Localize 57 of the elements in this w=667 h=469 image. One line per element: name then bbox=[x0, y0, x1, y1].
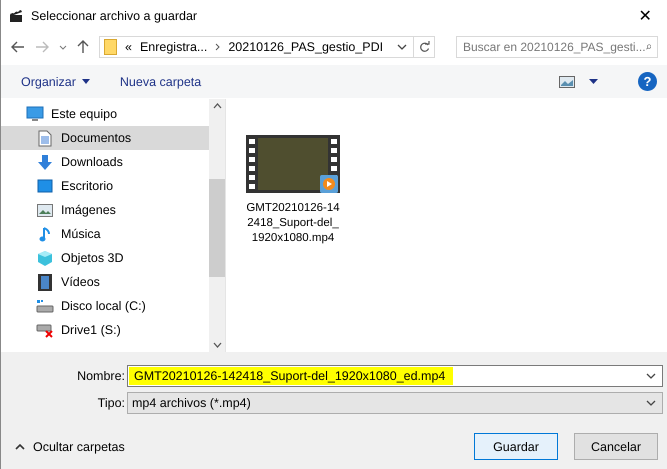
file-name[interactable]: GMT20210126-14 2418_Suport-del_ 1920x1080.mp4 bbox=[246, 201, 340, 246]
dropdown-arrow-icon[interactable] bbox=[589, 79, 598, 84]
dropdown-arrow-icon bbox=[82, 79, 90, 84]
chevron-down-icon bbox=[646, 400, 656, 406]
help-button[interactable]: ? bbox=[638, 72, 657, 91]
close-button[interactable]: ✕ bbox=[623, 6, 667, 26]
sidebar-item[interactable]: Downloads bbox=[1, 150, 209, 174]
new-folder-button[interactable]: Nueva carpeta bbox=[120, 74, 202, 88]
sidebar-item[interactable]: Drive1 (S:) bbox=[1, 318, 209, 342]
address-bar[interactable]: « Enregistra... 20210126_PAS_gestio_PDI bbox=[99, 36, 435, 58]
clapperboard-icon bbox=[9, 9, 23, 23]
search-field[interactable]: Buscar en 20210126_PAS_gesti... bbox=[456, 36, 658, 58]
video-file-icon[interactable] bbox=[246, 135, 340, 195]
drive-icon bbox=[36, 299, 54, 313]
folder-icon bbox=[104, 39, 117, 55]
field-label: Nombre: bbox=[76, 368, 126, 382]
file-name-field[interactable]: GMT20210126-142418_Suport-del_1920x1080_ed.mp4 bbox=[127, 364, 663, 386]
chevron-down-icon[interactable] bbox=[646, 372, 656, 378]
field-label: Tipo: bbox=[96, 396, 126, 410]
cancel-button[interactable]: Cancelar bbox=[574, 433, 658, 460]
sidebar-item[interactable]: Escritorio bbox=[1, 174, 209, 198]
organize-menu-button[interactable]: Organizar bbox=[21, 74, 90, 88]
up-arrow-icon[interactable] bbox=[77, 40, 89, 54]
scrollbar[interactable] bbox=[209, 99, 225, 352]
save-button[interactable]: Guardar bbox=[474, 433, 558, 460]
music-note-icon bbox=[39, 226, 51, 242]
sidebar-item[interactable]: Imágenes bbox=[1, 198, 209, 222]
chevron-down-icon[interactable] bbox=[59, 44, 67, 50]
hide-folders-button[interactable]: Ocultar carpetas bbox=[15, 440, 125, 454]
breadcrumb-overflow[interactable]: « bbox=[125, 40, 132, 54]
chevron-right-icon bbox=[215, 43, 220, 51]
document-icon bbox=[38, 130, 52, 146]
sidebar-item[interactable]: Objetos 3D bbox=[1, 246, 209, 270]
window-title: Seleccionar archivo a guardar bbox=[31, 9, 198, 23]
chevron-down-icon[interactable] bbox=[212, 342, 222, 348]
down-arrow-icon bbox=[37, 154, 53, 170]
breadcrumb[interactable]: 20210126_PAS_gestio_PDI bbox=[228, 40, 384, 54]
sidebar-item[interactable]: Música bbox=[1, 222, 209, 246]
view-options-icon[interactable] bbox=[559, 76, 575, 88]
breadcrumb[interactable]: Enregistra... bbox=[140, 40, 208, 54]
back-arrow-icon[interactable] bbox=[11, 41, 25, 53]
scrollbar-thumb[interactable] bbox=[209, 179, 225, 277]
file-type-dropdown[interactable]: mp4 archivos (*.mp4) bbox=[127, 392, 663, 414]
sidebar-item[interactable]: Documentos bbox=[1, 126, 209, 150]
picture-icon bbox=[37, 204, 53, 216]
sidebar-item[interactable]: Disco local (C:) bbox=[1, 294, 209, 318]
sidebar-item[interactable]: Este equipo bbox=[1, 102, 209, 126]
desktop-icon bbox=[37, 179, 53, 193]
chevron-up-icon[interactable] bbox=[212, 103, 222, 109]
sidebar-item[interactable]: Vídeos bbox=[1, 270, 209, 294]
refresh-icon bbox=[418, 41, 430, 53]
cube-icon bbox=[37, 250, 53, 266]
chevron-down-icon[interactable] bbox=[397, 44, 407, 50]
monitor-icon bbox=[26, 106, 44, 122]
chevron-up-icon bbox=[15, 444, 25, 450]
disconnected-drive-icon bbox=[36, 322, 54, 338]
film-icon bbox=[38, 274, 52, 290]
